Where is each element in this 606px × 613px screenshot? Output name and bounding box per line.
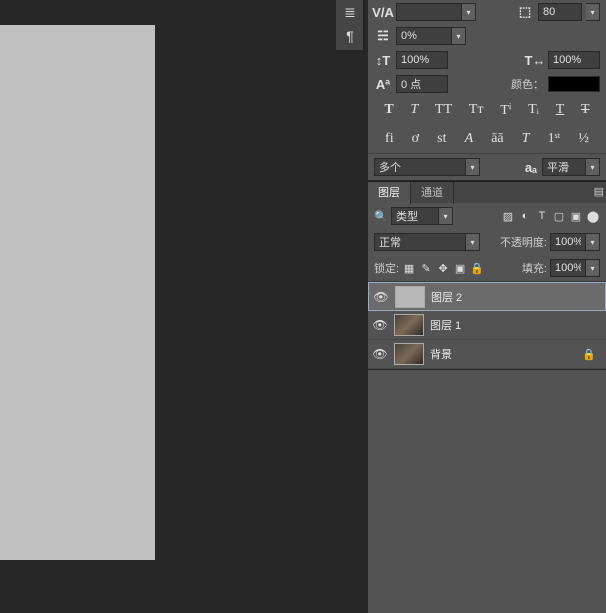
layer-row[interactable]: 👁 图层 2: [368, 282, 606, 311]
opacity-label: 不透明度:: [500, 234, 547, 250]
scale-icon: ☵: [374, 28, 392, 44]
filter-toggle-icon[interactable]: ⬤: [586, 209, 600, 223]
text-style-row: T T TT Tᴛ Tⁱ Tᵢ T T: [368, 96, 606, 125]
layer-thumb[interactable]: [394, 314, 424, 336]
discretionary-icon[interactable]: st: [437, 131, 446, 147]
baseline-icon: Aª: [374, 76, 392, 92]
tracking-input[interactable]: [538, 3, 582, 21]
tab-channels[interactable]: 通道: [411, 182, 454, 204]
lock-label: 锁定:: [374, 260, 399, 276]
lock-transparency-icon[interactable]: ▦: [402, 261, 416, 275]
lock-artboard-icon[interactable]: ▣: [453, 261, 467, 275]
horz-scale-icon: T↔: [526, 52, 544, 68]
ordinals-icon[interactable]: 1ˢᵗ: [548, 131, 561, 147]
bold-toggle[interactable]: T: [384, 102, 393, 119]
opacity-input[interactable]: [550, 233, 586, 251]
layer-row[interactable]: 👁 图层 1: [368, 311, 606, 340]
tracking-dropdown[interactable]: ▾: [586, 3, 600, 21]
filter-search-icon[interactable]: 🔍: [374, 209, 388, 223]
titling-icon[interactable]: T: [522, 131, 530, 147]
baseline-input[interactable]: [396, 75, 448, 93]
kerning-input[interactable]: [396, 3, 462, 21]
aa-dropdown[interactable]: ▾: [586, 158, 600, 176]
fill-input[interactable]: [550, 259, 586, 277]
filter-shape-icon[interactable]: ▢: [552, 209, 566, 223]
layer-row[interactable]: 👁 背景 🔒: [368, 340, 606, 369]
kerning-dropdown[interactable]: ▾: [462, 3, 476, 21]
smallcaps-toggle[interactable]: Tᴛ: [469, 102, 484, 119]
aa-icon: aₐ: [522, 159, 540, 175]
panel-menu-icon[interactable]: ▤: [592, 185, 606, 198]
lock-position-icon[interactable]: ✥: [436, 261, 450, 275]
allcaps-toggle[interactable]: TT: [435, 102, 452, 119]
contextual-icon[interactable]: ơ: [412, 131, 419, 147]
paragraph-tool-icon[interactable]: ¶: [336, 26, 364, 46]
canvas[interactable]: [0, 25, 155, 560]
tracking-icon: ⬚: [516, 4, 534, 20]
color-swatch[interactable]: [548, 76, 600, 92]
ligature-icon[interactable]: fi: [385, 131, 394, 147]
layer-thumb[interactable]: [395, 286, 425, 308]
blend-mode-select[interactable]: [374, 233, 466, 251]
options-strip: ≣ ¶: [336, 0, 364, 50]
blend-mode-dropdown[interactable]: ▾: [466, 233, 480, 251]
kerning-icon: V/A: [374, 4, 392, 20]
filter-pixel-icon[interactable]: ▨: [501, 209, 515, 223]
lock-icon: 🔒: [582, 348, 602, 361]
stylistic-icon[interactable]: āā: [491, 131, 503, 147]
hscale-input[interactable]: [396, 27, 452, 45]
superscript-toggle[interactable]: Tⁱ: [500, 102, 511, 119]
layer-name-label[interactable]: 图层 1: [430, 317, 602, 333]
visibility-toggle[interactable]: 👁: [373, 290, 389, 304]
visibility-toggle[interactable]: 👁: [372, 318, 388, 332]
vert-scale-icon: ↕T: [374, 52, 392, 68]
fill-label: 填充:: [522, 260, 547, 276]
opentype-row: fi ơ st A āā T 1ˢᵗ ½: [368, 125, 606, 153]
filter-type-dropdown[interactable]: ▾: [439, 207, 453, 225]
strike-toggle[interactable]: T: [581, 102, 590, 119]
layers-empty-area: [368, 370, 606, 590]
fill-dropdown[interactable]: ▾: [586, 259, 600, 277]
fractions-icon[interactable]: ½: [578, 131, 589, 147]
filter-type-select[interactable]: [391, 207, 439, 225]
subscript-toggle[interactable]: Tᵢ: [528, 102, 539, 119]
swash-icon[interactable]: A: [465, 131, 474, 147]
layer-list: 👁 图层 2 👁 图层 1 👁 背景 🔒: [368, 281, 606, 370]
layer-name-label[interactable]: 背景: [430, 346, 576, 362]
visibility-toggle[interactable]: 👁: [372, 347, 388, 361]
vert-scale-input[interactable]: [396, 51, 448, 69]
lock-all-icon[interactable]: 🔒: [470, 261, 484, 275]
tab-layers[interactable]: 图层: [368, 182, 411, 204]
opacity-dropdown[interactable]: ▾: [586, 233, 600, 251]
align-tool-icon[interactable]: ≣: [336, 2, 364, 22]
aa-select[interactable]: [542, 158, 586, 176]
italic-toggle[interactable]: T: [410, 102, 418, 119]
lock-paint-icon[interactable]: ✎: [419, 261, 433, 275]
filter-type-icon[interactable]: T: [535, 209, 549, 223]
language-dropdown[interactable]: ▾: [466, 158, 480, 176]
hscale-dropdown[interactable]: ▾: [452, 27, 466, 45]
layer-thumb[interactable]: [394, 343, 424, 365]
filter-adjust-icon[interactable]: ◐: [518, 209, 532, 223]
color-label: 颜色：: [511, 76, 544, 92]
horz-scale-input[interactable]: [548, 51, 600, 69]
language-select[interactable]: [374, 158, 466, 176]
underline-toggle[interactable]: T: [556, 102, 565, 119]
layer-name-label[interactable]: 图层 2: [431, 289, 601, 305]
filter-smart-icon[interactable]: ▣: [569, 209, 583, 223]
